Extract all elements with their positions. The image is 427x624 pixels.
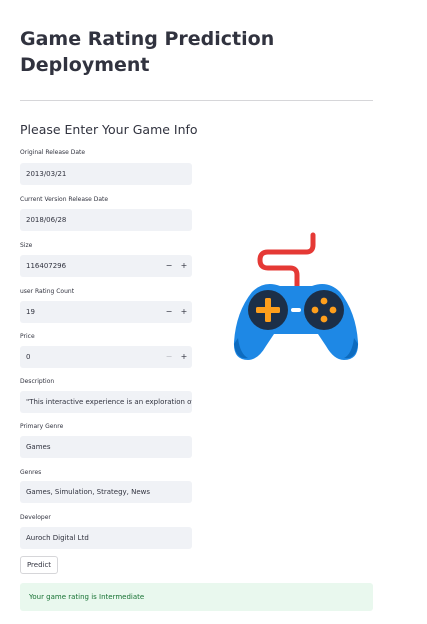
prediction-result-alert: Your game rating is Intermediate <box>20 583 373 611</box>
size-decrement-button[interactable]: − <box>162 255 176 277</box>
price-number-input: 0 − + <box>20 346 192 368</box>
form-subheader: Please Enter Your Game Info <box>20 122 198 137</box>
current-version-release-date-input[interactable]: 2018/06/28 <box>20 209 192 231</box>
app-page: Game Rating Prediction Deployment Please… <box>0 0 427 624</box>
original-release-date-input[interactable]: 2013/03/21 <box>20 163 192 185</box>
genres-label: Genres <box>20 469 42 476</box>
gamepad-icon <box>233 232 359 360</box>
price-decrement-button[interactable]: − <box>162 346 176 368</box>
developer-label: Developer <box>20 514 51 521</box>
user-rating-count-value[interactable]: 19 <box>26 308 35 316</box>
size-value[interactable]: 116407296 <box>26 262 66 270</box>
primary-genre-input[interactable]: Games <box>20 436 192 458</box>
size-label: Size <box>20 242 33 249</box>
primary-genre-label: Primary Genre <box>20 423 64 430</box>
description-label: Description <box>20 378 55 385</box>
size-increment-button[interactable]: + <box>177 255 191 277</box>
developer-input[interactable]: Auroch Digital Ltd <box>20 527 192 549</box>
description-input[interactable]: "This interactive experience is an explo… <box>20 391 192 413</box>
original-release-date-label: Original Release Date <box>20 149 86 156</box>
genres-input[interactable]: Games, Simulation, Strategy, News <box>20 481 192 503</box>
user-rating-count-number-input: 19 − + <box>20 301 192 323</box>
user-rating-count-increment-button[interactable]: + <box>177 301 191 323</box>
size-number-input: 116407296 − + <box>20 255 192 277</box>
price-label: Price <box>20 333 35 340</box>
divider <box>20 100 373 101</box>
current-version-release-date-label: Current Version Release Date <box>20 196 109 203</box>
page-title: Game Rating Prediction Deployment <box>20 28 275 76</box>
user-rating-count-label: user Rating Count <box>20 288 75 295</box>
predict-button[interactable]: Predict <box>20 556 58 574</box>
user-rating-count-decrement-button[interactable]: − <box>162 301 176 323</box>
price-increment-button[interactable]: + <box>177 346 191 368</box>
price-value[interactable]: 0 <box>26 353 30 361</box>
